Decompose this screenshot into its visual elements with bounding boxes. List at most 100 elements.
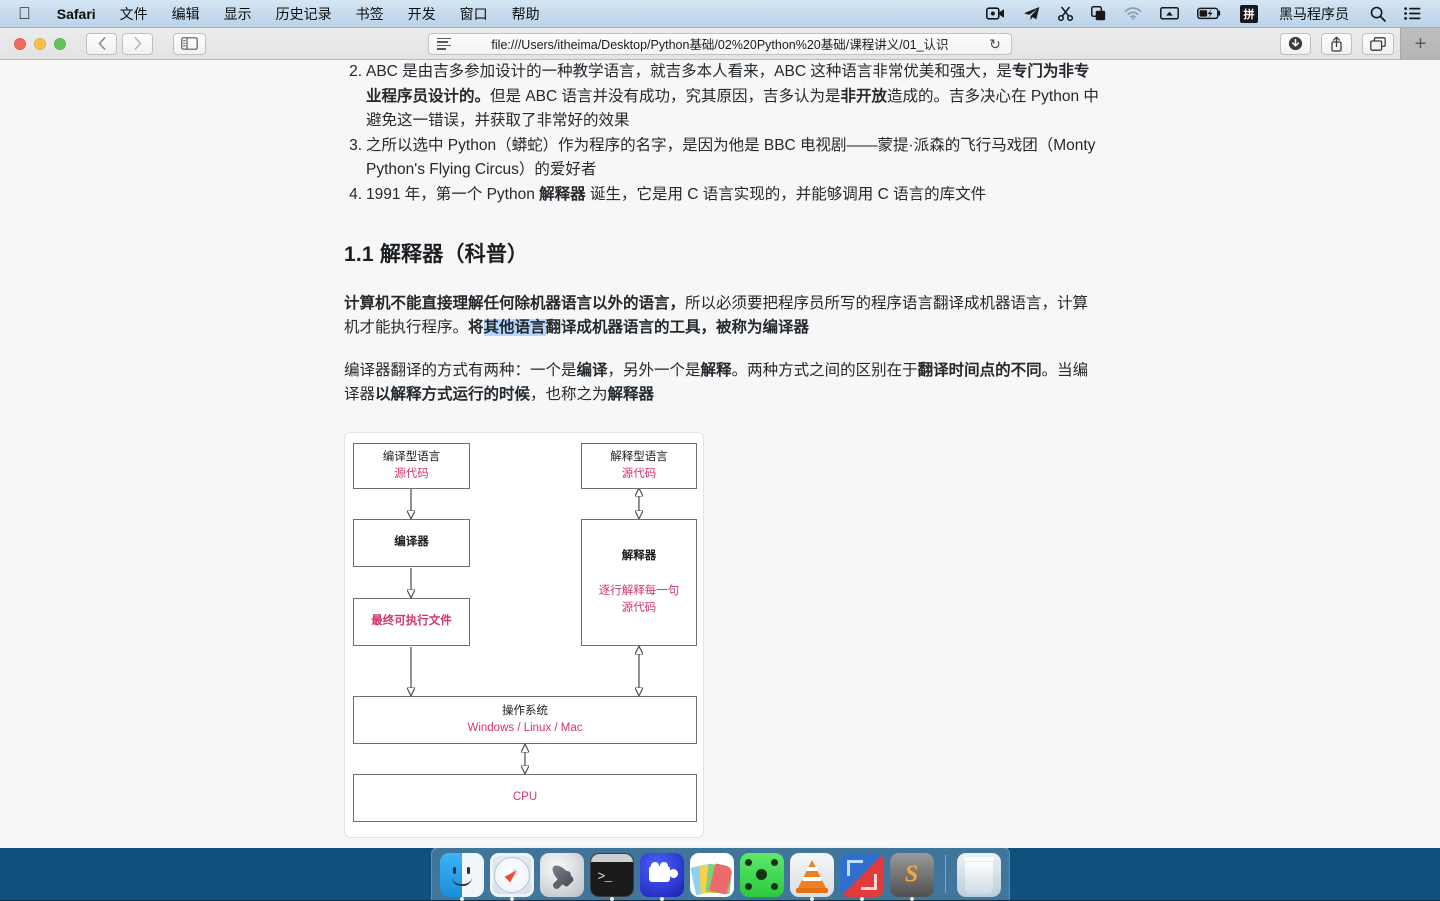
node-compiled-source: 编译型语言 源代码 [353, 443, 470, 489]
dock-item-safari[interactable] [490, 853, 534, 897]
xmind-icon[interactable] [740, 853, 784, 897]
reload-icon[interactable]: ↻ [987, 37, 1003, 51]
dock-item-screenflow[interactable] [640, 853, 684, 897]
list-item-text-2: ABC 是由吉多参加设计的一种教学语言，就吉多本人看来，ABC 这种语言非常优美… [366, 63, 1099, 129]
list-item-text-4: 1991 年，第一个 Python 解释器 诞生，它是用 C 语言实现的，并能够… [366, 186, 986, 203]
download-icon[interactable] [1280, 33, 1311, 55]
vlc-icon[interactable] [790, 853, 834, 897]
running-indicator [510, 897, 514, 901]
show-tabs-icon[interactable] [1362, 33, 1394, 55]
running-indicator [910, 897, 914, 901]
search-icon[interactable] [1361, 0, 1395, 28]
dock-item-mweb[interactable] [690, 853, 734, 897]
close-window-button[interactable] [14, 38, 26, 50]
history-ordered-list: ABC 是由吉多参加设计的一种教学语言，就吉多本人看来，ABC 这种语言非常优美… [344, 60, 1100, 208]
node-interpreted-source: 解释型语言 源代码 [581, 443, 697, 489]
node-title: 解释型语言 [610, 449, 668, 466]
terminal-icon[interactable]: >_ [590, 853, 634, 897]
list-item-text-3: 之所以选中 Python（蟒蛇）作为程序的名字，是因为他是 BBC 电视剧——蒙… [366, 137, 1095, 179]
dock-item-vlc[interactable] [790, 853, 834, 897]
menu-item-file[interactable]: 文件 [108, 0, 160, 28]
battery-charging-icon[interactable] [1188, 0, 1231, 28]
menu-item-bookmarks[interactable]: 书签 [344, 0, 396, 28]
window-traffic-lights [0, 38, 66, 50]
node-title: 编译器 [394, 534, 429, 551]
dock: >_ [0, 848, 1440, 900]
node-operating-system: 操作系统 Windows / Linux / Mac [353, 696, 697, 744]
forward-button[interactable] [122, 33, 153, 55]
dock-item-finder[interactable] [440, 853, 484, 897]
node-interpreter: 解释器 逐行解释每一句 源代码 [581, 519, 697, 646]
page-content: ABC 是由吉多参加设计的一种教学语言，就吉多本人看来，ABC 这种语言非常优美… [0, 60, 1440, 848]
dock-item-xmind[interactable] [740, 853, 784, 897]
node-title: 解释器 [622, 548, 657, 565]
reader-view-icon[interactable] [437, 38, 453, 50]
telegram-icon[interactable] [1014, 0, 1049, 28]
airplay-icon[interactable] [1151, 0, 1188, 28]
node-title: 最终可执行文件 [371, 613, 452, 630]
dock-separator [945, 855, 946, 893]
dock-item-terminal[interactable]: >_ [590, 853, 634, 897]
apple-logo-icon[interactable]:  [14, 0, 45, 28]
paragraph-1: 计算机不能直接理解任何除机器语言以外的语言，所以必须要把程序员所写的程序语言翻译… [344, 292, 1100, 341]
list-item: 1991 年，第一个 Python 解释器 诞生，它是用 C 语言实现的，并能够… [344, 183, 1100, 208]
menu-bar-user-name[interactable]: 黑马程序员 [1267, 0, 1361, 28]
node-title: 编译型语言 [383, 449, 441, 466]
control-center-icon[interactable] [1395, 0, 1430, 28]
finder-icon[interactable] [440, 853, 484, 897]
node-cpu: CPU [353, 774, 697, 822]
section-heading: 1.1 解释器（科普） [344, 238, 1100, 274]
node-title: 操作系统 [502, 703, 548, 720]
clipboard-icon[interactable] [1082, 0, 1115, 28]
node-subtitle-line-1: 逐行解释每一句 [599, 583, 680, 600]
running-indicator [610, 897, 614, 901]
paragraph-2: 编译器翻译的方式有两种：一个是编译，另外一个是解释。两种方式之间的区别在于翻译时… [344, 359, 1100, 408]
input-method-icon[interactable]: 拼 [1231, 0, 1267, 28]
zoom-window-button[interactable] [54, 38, 66, 50]
address-bar-url[interactable]: file:///Users/itheima/Desktop/Python基础/0… [453, 34, 987, 53]
sublime-text-icon[interactable]: S [890, 853, 934, 897]
toolbar-right-buttons [1280, 33, 1394, 55]
selected-text: 其他语言 [484, 319, 546, 336]
back-button[interactable] [86, 33, 117, 55]
dock-item-sublime-text[interactable]: S [890, 853, 934, 897]
wifi-icon[interactable] [1115, 0, 1151, 28]
trash-icon[interactable] [957, 853, 1001, 897]
running-indicator [810, 897, 814, 901]
dock-item-snip[interactable] [840, 853, 884, 897]
list-item: ABC 是由吉多参加设计的一种教学语言，就吉多本人看来，ABC 这种语言非常优美… [344, 60, 1100, 134]
node-subtitle: 源代码 [622, 466, 657, 483]
sidebar-toggle-button[interactable] [173, 33, 206, 55]
node-subtitle: 源代码 [394, 466, 429, 483]
node-executable: 最终可执行文件 [353, 598, 470, 646]
menu-item-help[interactable]: 帮助 [500, 0, 552, 28]
node-compiler: 编译器 [353, 519, 470, 567]
running-indicator [860, 897, 864, 901]
new-tab-button[interactable]: + [1400, 28, 1440, 60]
menu-bar:  Safari 文件 编辑 显示 历史记录 书签 开发 窗口 帮助 [0, 0, 1440, 28]
snip-icon[interactable] [840, 853, 884, 897]
interpreter-flowchart: 编译型语言 源代码 编译器 最终可执行文件 解释型语言 源代码 解释器 逐行解释… [344, 432, 704, 838]
running-indicator [660, 897, 664, 901]
menu-item-history[interactable]: 历史记录 [264, 0, 344, 28]
share-icon[interactable] [1321, 33, 1352, 55]
minimize-window-button[interactable] [34, 38, 46, 50]
menu-item-safari[interactable]: Safari [45, 0, 108, 28]
navigation-buttons [86, 33, 153, 55]
screen-record-icon[interactable] [977, 0, 1014, 28]
scissors-icon[interactable] [1049, 0, 1082, 28]
menu-item-view[interactable]: 显示 [212, 0, 264, 28]
list-item: 之所以选中 Python（蟒蛇）作为程序的名字，是因为他是 BBC 电视剧——蒙… [344, 134, 1100, 183]
dock-item-trash[interactable] [957, 853, 1001, 897]
screenflow-icon[interactable] [640, 853, 684, 897]
menu-item-develop[interactable]: 开发 [396, 0, 448, 28]
menu-item-edit[interactable]: 编辑 [160, 0, 212, 28]
address-bar[interactable]: file:///Users/itheima/Desktop/Python基础/0… [428, 33, 1012, 55]
node-subtitle-line-2: 源代码 [622, 600, 657, 617]
safari-icon[interactable] [490, 853, 534, 897]
browser-toolbar: file:///Users/itheima/Desktop/Python基础/0… [0, 28, 1440, 60]
dock-item-launchpad[interactable] [540, 853, 584, 897]
mweb-icon[interactable] [690, 853, 734, 897]
menu-item-window[interactable]: 窗口 [448, 0, 500, 28]
launchpad-icon[interactable] [540, 853, 584, 897]
